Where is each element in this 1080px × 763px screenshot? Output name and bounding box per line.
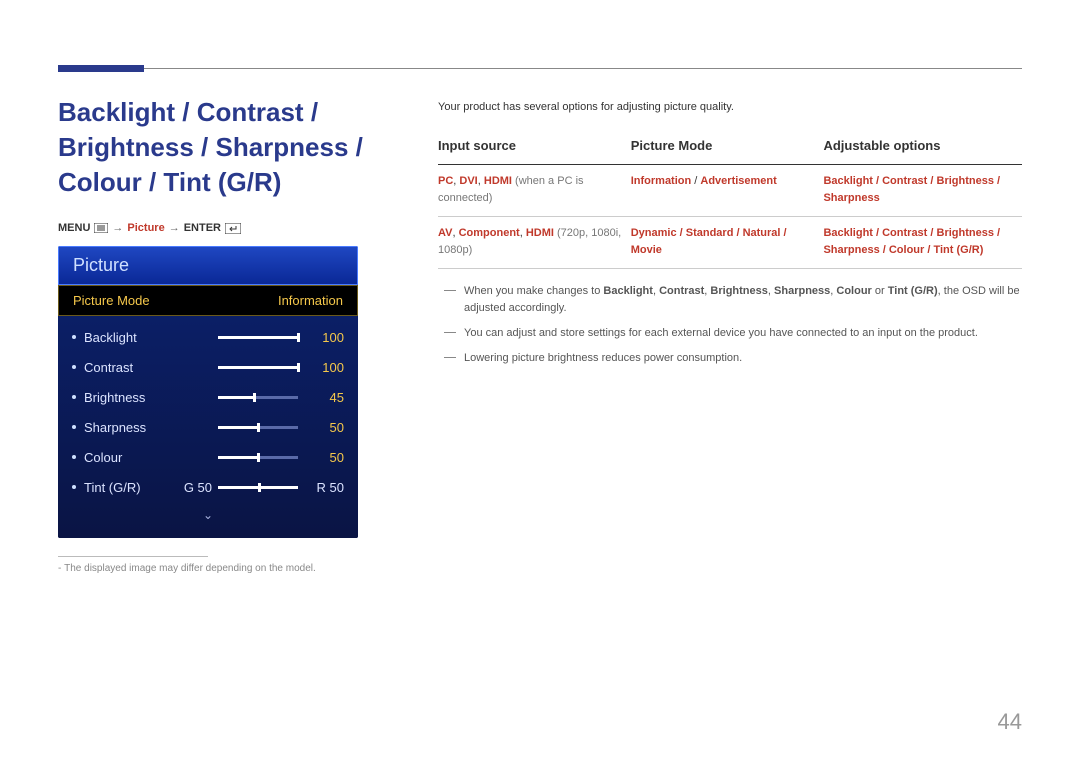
table-row: PC, DVI, HDMI (when a PC is connected) I… [438, 165, 1022, 217]
osd-row-value: 45 [308, 390, 344, 405]
slider[interactable] [218, 456, 298, 459]
notes-block: When you make changes to Backlight, Cont… [438, 283, 1022, 367]
tint-row[interactable]: Tint (G/R) G 50 R 50 [72, 472, 344, 502]
picture-mode-row[interactable]: Picture Mode Information [58, 285, 358, 316]
picture-mode-value: Information [278, 293, 343, 308]
note-item: You can adjust and store settings for ea… [464, 325, 1022, 342]
osd-slider-row[interactable]: Brightness 45 [72, 382, 344, 412]
slider[interactable] [218, 336, 298, 339]
osd-row-label: Sharpness [84, 420, 182, 435]
tint-r: R 50 [308, 480, 344, 495]
note-item: When you make changes to Backlight, Cont… [464, 283, 1022, 317]
enter-label: ENTER [184, 222, 221, 234]
osd-row-label: Backlight [84, 330, 182, 345]
picture-mode-label: Picture Mode [73, 293, 150, 308]
col-input-source: Input source [438, 130, 631, 165]
slider[interactable] [218, 396, 298, 399]
intro-text: Your product has several options for adj… [438, 99, 1022, 116]
osd-row-value: 100 [308, 330, 344, 345]
note-item: Lowering picture brightness reduces powe… [464, 350, 1022, 367]
osd-slider-row[interactable]: Sharpness 50 [72, 412, 344, 442]
slider[interactable] [218, 366, 298, 369]
col-adjustable: Adjustable options [823, 130, 1022, 165]
osd-slider-row[interactable]: Backlight 100 [72, 322, 344, 352]
menu-label: MENU [58, 222, 90, 234]
enter-icon [225, 223, 241, 234]
nav-picture: Picture [127, 222, 164, 234]
page-title: Backlight / Contrast / Brightness / Shar… [58, 95, 398, 200]
osd-row-label: Contrast [84, 360, 182, 375]
arrow-icon: → [112, 222, 123, 234]
osd-slider-row[interactable]: Colour 50 [72, 442, 344, 472]
arrow-icon: → [169, 222, 180, 234]
osd-row-value: 100 [308, 360, 344, 375]
chevron-down-icon[interactable]: ⌄ [72, 502, 344, 522]
osd-row-value: 50 [308, 420, 344, 435]
menu-path: MENU → Picture → ENTER [58, 222, 398, 234]
osd-title: Picture [58, 246, 358, 285]
osd-slider-row[interactable]: Contrast 100 [72, 352, 344, 382]
osd-row-label: Brightness [84, 390, 182, 405]
osd-row-value: 50 [308, 450, 344, 465]
osd-panel: Picture Picture Mode Information Backlig… [58, 246, 358, 538]
page-number: 44 [998, 709, 1022, 735]
tint-label: Tint (G/R) [84, 480, 182, 495]
tint-slider[interactable] [218, 486, 298, 489]
osd-row-label: Colour [84, 450, 182, 465]
col-picture-mode: Picture Mode [631, 130, 824, 165]
table-row: AV, Component, HDMI (720p, 1080i, 1080p)… [438, 217, 1022, 269]
options-table: Input source Picture Mode Adjustable opt… [438, 130, 1022, 269]
slider[interactable] [218, 426, 298, 429]
footnote: - The displayed image may differ dependi… [58, 557, 398, 574]
tint-g: G 50 [182, 480, 218, 495]
menu-icon [94, 223, 108, 233]
